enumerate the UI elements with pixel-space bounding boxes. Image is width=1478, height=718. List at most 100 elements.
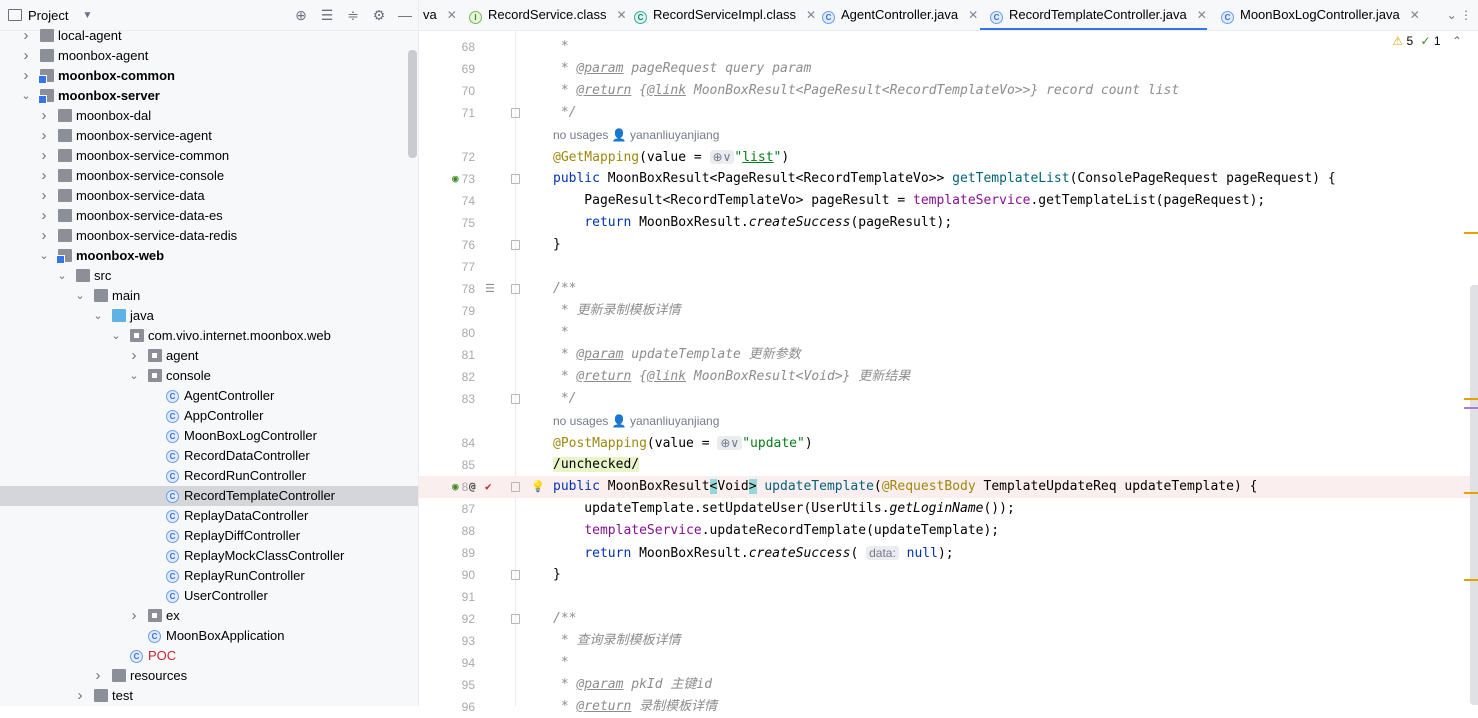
editor-tab[interactable]: I RecordService.class ✕ <box>459 0 627 30</box>
tree-item[interactable]: ⌄ main <box>0 286 418 306</box>
code-text[interactable]: @PostMapping(value = ⊕∨ "update") <box>553 432 813 455</box>
tree-item[interactable]: ⌄ moonbox-web <box>0 246 418 266</box>
code-text[interactable]: /unchecked/ <box>553 454 640 476</box>
minimize-icon[interactable]: — <box>392 7 418 23</box>
editor-tab[interactable]: C AgentController.java ✕ <box>812 0 978 30</box>
code-text[interactable]: /** <box>553 608 576 630</box>
line-number[interactable]: 90 <box>419 564 475 586</box>
code-inlay-hint[interactable]: no usages 👤 yananliuyanjiang <box>419 410 1478 432</box>
editor-tab[interactable]: C RecordTemplateController.java ✕ <box>980 0 1207 30</box>
code-text[interactable]: } <box>553 234 561 256</box>
chevron-right-icon[interactable]: › <box>38 146 50 166</box>
stripe-mark[interactable] <box>1464 398 1478 400</box>
fold-icon[interactable] <box>511 614 520 624</box>
tree-item[interactable]: C RecordDataController <box>0 446 418 466</box>
line-number[interactable]: 88 <box>419 520 475 542</box>
tree-item[interactable]: ⌄ com.vivo.internet.moonbox.web <box>0 326 418 346</box>
chevron-up-icon[interactable]: ⌃ <box>1452 34 1462 48</box>
code-text[interactable]: return MoonBoxResult.createSuccess(pageR… <box>553 212 952 234</box>
gear-icon[interactable]: ⚙ <box>366 7 392 24</box>
chevron-right-icon[interactable]: › <box>38 226 50 246</box>
chevron-down-icon[interactable]: ▼ <box>82 10 92 21</box>
line-number[interactable]: 93 <box>419 630 475 652</box>
usages-hint[interactable]: no usages 👤 yananliuyanjiang <box>553 124 719 146</box>
code-text[interactable]: updateTemplate.setUpdateUser(UserUtils.g… <box>553 498 1014 520</box>
fold-icon[interactable] <box>511 284 520 294</box>
line-number[interactable]: 85 <box>419 454 475 476</box>
tree-item[interactable]: C ReplayRunController <box>0 566 418 586</box>
code-text[interactable]: */ <box>553 102 577 124</box>
project-title[interactable]: Project <box>28 8 68 23</box>
tree-item[interactable]: › moonbox-service-common <box>0 146 418 166</box>
tree-item[interactable]: ⌄ console <box>0 366 418 386</box>
chevron-down-icon[interactable]: ⌄ <box>92 306 104 326</box>
spring-bean-icon[interactable]: ◉ <box>452 168 459 190</box>
tree-item[interactable]: C RecordRunController <box>0 466 418 486</box>
tree-item[interactable]: › moonbox-service-data <box>0 186 418 206</box>
line-number[interactable]: 69 <box>419 58 475 80</box>
chevron-down-icon[interactable]: ⌄ <box>20 86 32 106</box>
tree-item[interactable]: › moonbox-service-console <box>0 166 418 186</box>
fold-icon[interactable] <box>511 394 520 404</box>
chevron-right-icon[interactable]: › <box>38 186 50 206</box>
chevron-right-icon[interactable]: › <box>38 106 50 126</box>
chevron-right-icon[interactable]: › <box>74 686 86 706</box>
chevron-down-icon[interactable]: ⌄ <box>38 246 50 266</box>
tree-item[interactable]: › moonbox-service-data-redis <box>0 226 418 246</box>
line-number[interactable]: 77 <box>419 256 475 278</box>
line-number[interactable]: 83 <box>419 388 475 410</box>
chevron-right-icon[interactable]: › <box>128 606 140 626</box>
line-number[interactable]: 73 <box>419 168 475 190</box>
tree-item[interactable]: C ReplayDataController <box>0 506 418 526</box>
code-text[interactable]: @GetMapping(value = ⊕∨ "list") <box>553 146 789 169</box>
tree-item[interactable]: C ReplayDiffController <box>0 526 418 546</box>
collapse-all-icon[interactable]: ≑ <box>340 7 366 24</box>
tree-item[interactable]: › test <box>0 686 418 706</box>
lightbulb-icon[interactable]: 💡 <box>531 476 545 498</box>
chevron-down-icon[interactable]: ⌄ <box>74 286 86 306</box>
code-text[interactable]: * <box>553 36 569 58</box>
code-text[interactable]: return MoonBoxResult.createSuccess( data… <box>553 542 954 565</box>
fold-icon[interactable] <box>511 174 520 184</box>
tree-item[interactable]: › moonbox-service-data-es <box>0 206 418 226</box>
code-text[interactable]: * @return {@link MoonBoxResult<Void>} 更新… <box>553 366 910 388</box>
editor-tab[interactable]: C MoonBoxLogController.java ✕ <box>1211 0 1420 30</box>
javadoc-icon[interactable]: ☰ <box>485 278 495 300</box>
code-text[interactable]: PageResult<RecordTemplateVo> pageResult … <box>553 190 1265 212</box>
line-number[interactable]: 76 <box>419 234 475 256</box>
line-number[interactable]: 89 <box>419 542 475 564</box>
tree-item[interactable]: › moonbox-agent <box>0 46 418 66</box>
code-text[interactable]: public MoonBoxResult<PageResult<RecordTe… <box>553 168 1336 190</box>
line-number[interactable]: 82 <box>419 366 475 388</box>
tree-item[interactable]: C POC <box>0 646 418 666</box>
stripe-mark[interactable] <box>1464 232 1478 234</box>
tree-item[interactable]: › moonbox-service-agent <box>0 126 418 146</box>
inspection-widget[interactable]: ⚠ 5 ✓ 1 ⌃ <box>1392 34 1462 48</box>
chevron-right-icon[interactable]: › <box>20 26 32 46</box>
line-number[interactable]: 92 <box>419 608 475 630</box>
tree-item[interactable]: ⌄ src <box>0 266 418 286</box>
chevron-down-icon[interactable]: ⌄ <box>56 266 68 286</box>
tree-item[interactable]: C AppController <box>0 406 418 426</box>
usages-hint[interactable]: no usages 👤 yananliuyanjiang <box>553 410 719 432</box>
code-text[interactable]: */ <box>553 388 577 410</box>
code-text[interactable]: templateService.updateRecordTemplate(upd… <box>553 520 999 542</box>
close-icon[interactable]: ✕ <box>968 8 978 22</box>
chevron-right-icon[interactable]: › <box>38 206 50 226</box>
line-number[interactable]: 84 <box>419 432 475 454</box>
fold-icon[interactable] <box>511 570 520 580</box>
code-text[interactable]: * <box>553 652 569 674</box>
code-text[interactable]: public MoonBoxResult<Void> updateTemplat… <box>553 476 1257 498</box>
code-inlay-hint[interactable]: no usages 👤 yananliuyanjiang <box>419 124 1478 146</box>
tree-item[interactable]: › agent <box>0 346 418 366</box>
line-number[interactable]: 70 <box>419 80 475 102</box>
tree-item[interactable]: › resources <box>0 666 418 686</box>
tree-item[interactable]: C ReplayMockClassController <box>0 546 418 566</box>
expand-all-icon[interactable]: ☰ <box>314 7 340 24</box>
fold-icon[interactable] <box>511 482 520 492</box>
code-text[interactable]: * @param updateTemplate 更新参数 <box>553 344 801 366</box>
line-number[interactable]: 94 <box>419 652 475 674</box>
close-icon[interactable]: ✕ <box>1410 8 1420 22</box>
chevron-right-icon[interactable]: › <box>20 46 32 66</box>
tree-item[interactable]: ⌄ moonbox-server <box>0 86 418 106</box>
